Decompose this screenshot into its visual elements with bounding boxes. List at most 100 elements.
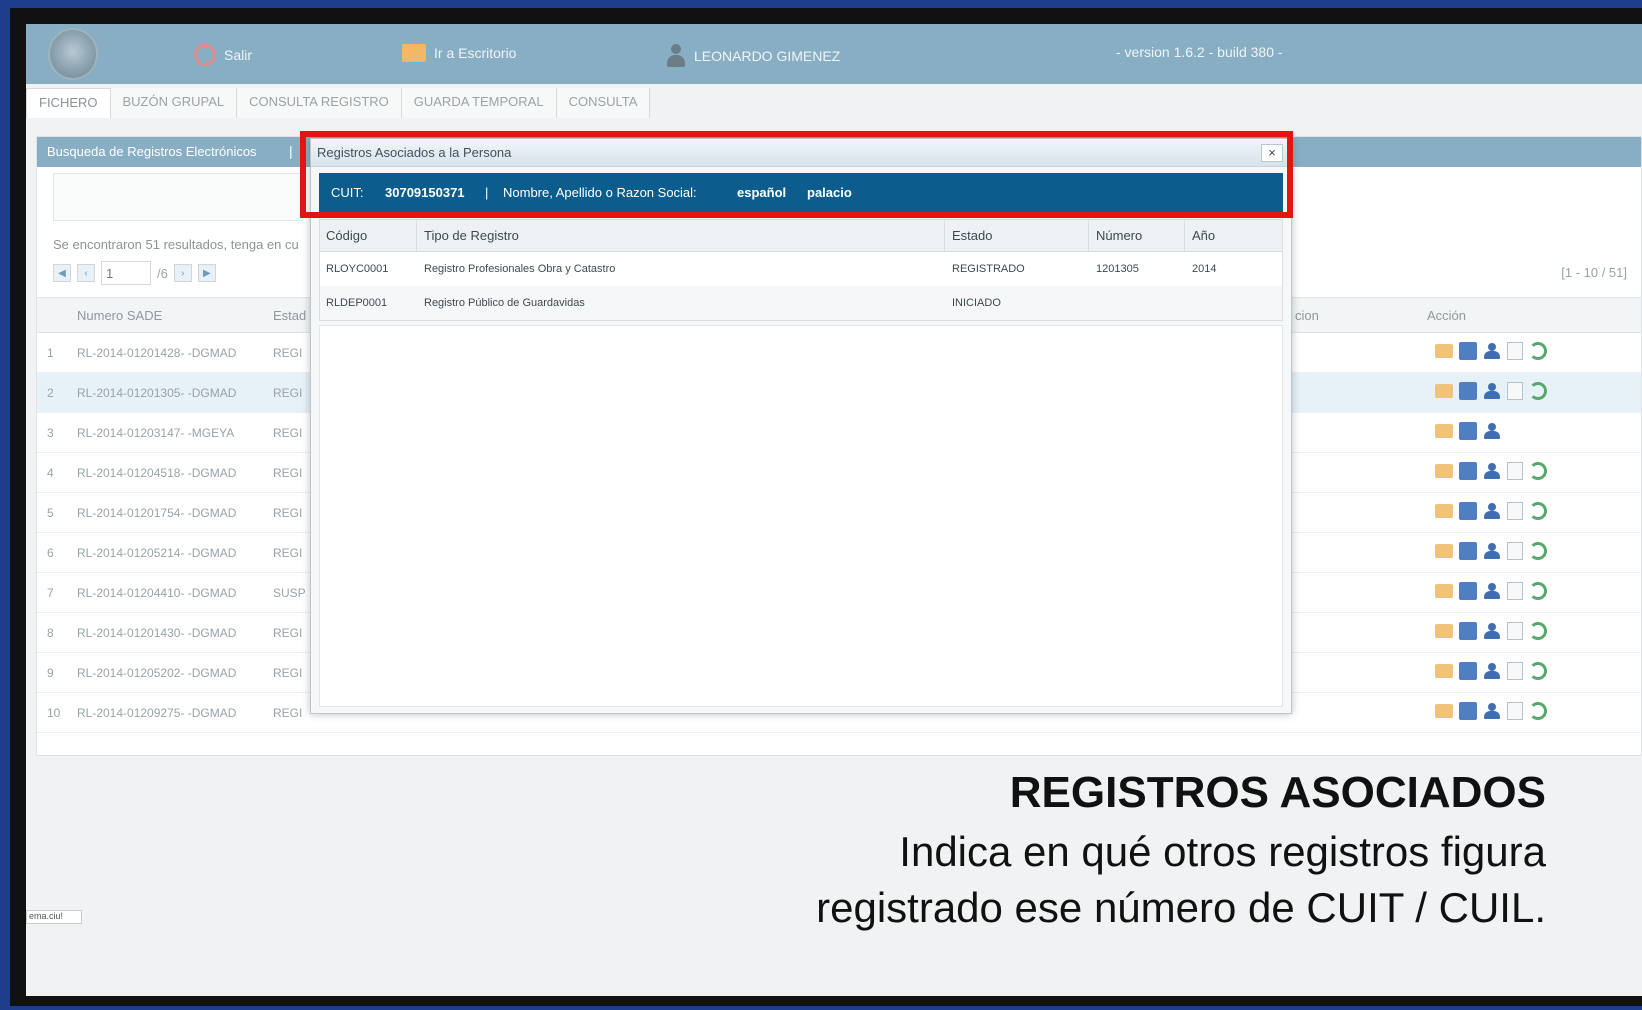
modal-body [319, 325, 1283, 707]
cell-estado: REGISTRADO [952, 263, 1025, 275]
city-logo [48, 28, 98, 80]
people-icon[interactable] [1483, 663, 1501, 679]
tab-fichero[interactable]: FICHERO [26, 88, 111, 118]
folder-icon[interactable] [1435, 344, 1453, 358]
row-index: 3 [47, 426, 54, 440]
sync-icon[interactable] [1529, 462, 1547, 480]
row-numero-sade: RL-2014-01204518- -DGMAD [77, 466, 237, 480]
sync-icon[interactable] [1529, 622, 1547, 640]
go-to-desk-button[interactable]: Ir a Escritorio [402, 44, 516, 62]
people-icon[interactable] [1483, 383, 1501, 399]
page-icon[interactable] [1507, 702, 1523, 720]
cell-numero: 1201305 [1096, 263, 1139, 275]
version-text: - version 1.6.2 - build 380 - [1116, 44, 1283, 60]
document-icon[interactable] [1459, 702, 1477, 720]
document-icon[interactable] [1459, 422, 1477, 440]
first-page-button[interactable]: ◀ [53, 264, 71, 282]
col-estado[interactable]: Estad [273, 308, 306, 323]
page-icon[interactable] [1507, 662, 1523, 680]
close-icon[interactable]: × [1261, 144, 1283, 162]
people-icon[interactable] [1483, 503, 1501, 519]
people-icon[interactable] [1483, 703, 1501, 719]
row-index: 8 [47, 626, 54, 640]
document-icon[interactable] [1459, 462, 1477, 480]
folder-icon[interactable] [1435, 384, 1453, 398]
folder-icon[interactable] [1435, 664, 1453, 678]
page-icon[interactable] [1507, 542, 1523, 560]
col-numero[interactable]: Número [1096, 228, 1142, 243]
document-icon[interactable] [1459, 662, 1477, 680]
people-icon[interactable] [1483, 343, 1501, 359]
people-icon[interactable] [1483, 623, 1501, 639]
row-actions [1435, 342, 1547, 360]
sync-icon[interactable] [1529, 502, 1547, 520]
page-icon[interactable] [1507, 382, 1523, 400]
row-actions [1435, 662, 1547, 680]
col-numero-sade[interactable]: Numero SADE [77, 308, 162, 323]
col-anio[interactable]: Año [1192, 228, 1215, 243]
col-estado-registro[interactable]: Estado [952, 228, 992, 243]
document-icon[interactable] [1459, 542, 1477, 560]
row-actions [1435, 462, 1547, 480]
row-actions [1435, 542, 1547, 560]
col-divider [944, 220, 945, 252]
tab-guarda-temporal[interactable]: GUARDA TEMPORAL [401, 88, 557, 118]
associated-records-modal: Registros Asociados a la Persona × CUIT:… [310, 138, 1292, 714]
row-estado: REGI [273, 666, 303, 680]
table-row[interactable]: RLOYC0001 Registro Profesionales Obra y … [320, 252, 1282, 286]
folder-icon[interactable] [1435, 584, 1453, 598]
document-icon[interactable] [1459, 622, 1477, 640]
folder-icon[interactable] [1435, 704, 1453, 718]
page-icon[interactable] [1507, 342, 1523, 360]
tab-consulta-registro[interactable]: CONSULTA REGISTRO [237, 88, 402, 118]
cuit-label: CUIT: [331, 185, 364, 200]
folder-icon[interactable] [1435, 464, 1453, 478]
row-estado: REGI [273, 386, 303, 400]
mini-tab[interactable]: ema.ciu! [26, 910, 82, 924]
row-index: 10 [47, 706, 61, 720]
prev-page-button[interactable]: ‹ [77, 264, 95, 282]
people-icon[interactable] [1483, 463, 1501, 479]
app-header: Salir Ir a Escritorio LEONARDO GIMENEZ -… [26, 24, 1642, 84]
tab-consulta[interactable]: CONSULTA [556, 88, 651, 118]
records-table-header: Código Tipo de Registro Estado Número Añ… [320, 220, 1282, 252]
document-icon[interactable] [1459, 382, 1477, 400]
page-icon[interactable] [1507, 462, 1523, 480]
sync-icon[interactable] [1529, 342, 1547, 360]
sync-icon[interactable] [1529, 702, 1547, 720]
page-icon[interactable] [1507, 622, 1523, 640]
col-codigo[interactable]: Código [326, 228, 367, 243]
folder-icon[interactable] [1435, 424, 1453, 438]
page-icon[interactable] [1507, 502, 1523, 520]
page-number-input[interactable] [101, 261, 151, 285]
desk-label: Ir a Escritorio [434, 45, 517, 61]
document-icon[interactable] [1459, 502, 1477, 520]
folder-icon[interactable] [1435, 544, 1453, 558]
col-cion[interactable]: cion [1295, 308, 1319, 323]
folder-icon[interactable] [1435, 504, 1453, 518]
row-index: 5 [47, 506, 54, 520]
people-icon[interactable] [1483, 583, 1501, 599]
folder-icon[interactable] [1435, 624, 1453, 638]
table-row[interactable]: RLDEP0001 Registro Público de Guardavida… [320, 286, 1282, 320]
row-actions [1435, 582, 1547, 600]
next-page-button[interactable]: › [173, 264, 192, 282]
col-tipo-registro[interactable]: Tipo de Registro [424, 228, 519, 243]
tab-buzon-grupal[interactable]: BUZÓN GRUPAL [110, 88, 238, 118]
sync-icon[interactable] [1529, 662, 1547, 680]
people-icon[interactable] [1483, 543, 1501, 559]
row-actions [1435, 422, 1501, 440]
document-icon[interactable] [1459, 342, 1477, 360]
sync-icon[interactable] [1529, 582, 1547, 600]
cell-estado: INICIADO [952, 297, 1001, 309]
people-icon[interactable] [1483, 423, 1501, 439]
document-icon[interactable] [1459, 582, 1477, 600]
exit-button[interactable]: Salir [194, 44, 252, 66]
search-filter-box[interactable] [53, 173, 303, 221]
row-numero-sade: RL-2014-01203147- -MGEYA [77, 426, 235, 440]
page-icon[interactable] [1507, 582, 1523, 600]
sync-icon[interactable] [1529, 382, 1547, 400]
last-page-button[interactable]: ▶ [197, 264, 216, 282]
cuit-separator: | [485, 185, 489, 200]
sync-icon[interactable] [1529, 542, 1547, 560]
